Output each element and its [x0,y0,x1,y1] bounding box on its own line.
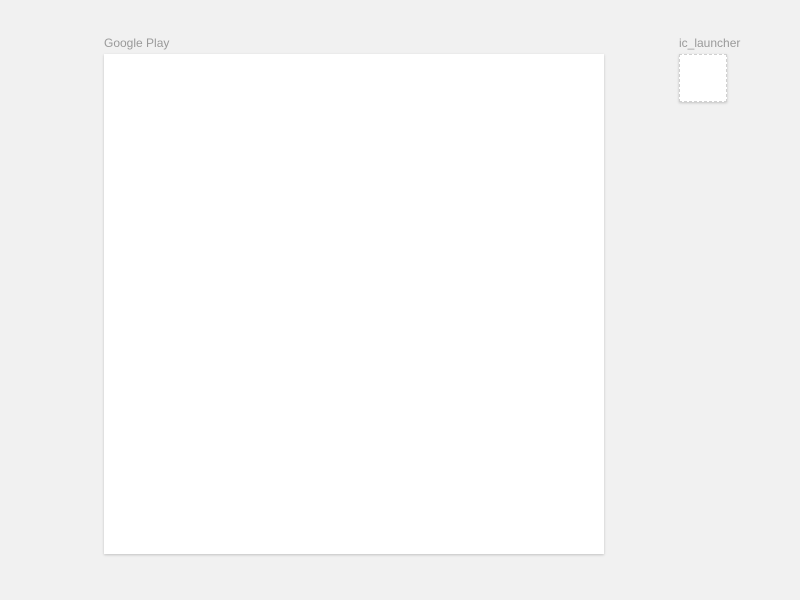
google-play-panel: Google Play [104,36,604,554]
google-play-label: Google Play [104,36,604,50]
ic-launcher-panel: ic_launcher [679,36,740,102]
ic-launcher-label: ic_launcher [679,36,740,50]
google-play-canvas[interactable] [104,54,604,554]
asset-preview-container: Google Play ic_launcher [104,36,740,554]
ic-launcher-canvas[interactable] [679,54,727,102]
